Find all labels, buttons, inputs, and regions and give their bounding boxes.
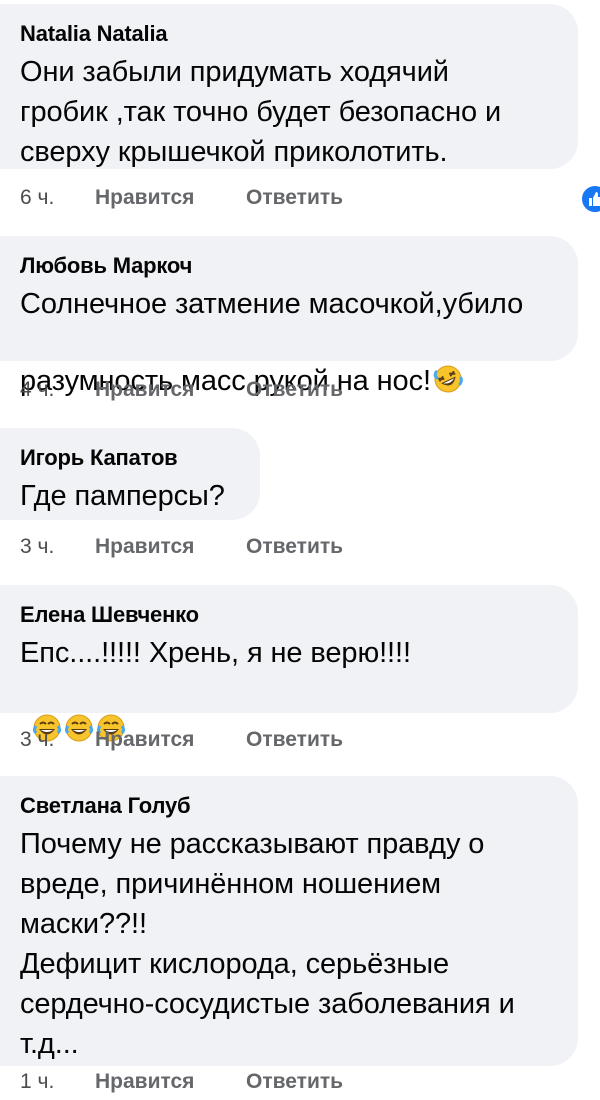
reply-button[interactable]: Ответить <box>246 535 343 559</box>
comment-text: Где памперсы? <box>20 480 225 512</box>
comment-actions: 6 ч. Нравится Ответить 1 <box>20 184 600 216</box>
comment-time[interactable]: 1 ч. <box>20 1070 54 1094</box>
like-button[interactable]: Нравится <box>95 728 194 752</box>
like-button[interactable]: Нравится <box>95 535 194 559</box>
rolling-on-floor-laughing-emoji <box>433 324 463 393</box>
comment-time[interactable]: 4 ч. <box>20 378 54 402</box>
comment-time[interactable]: 3 ч. <box>20 535 54 559</box>
comment-author[interactable]: Светлана Голуб <box>20 792 558 820</box>
like-button[interactable]: Нравится <box>95 186 194 210</box>
reply-button[interactable]: Ответить <box>246 186 343 210</box>
comment-text: Почему не рассказывают правду о вреде, п… <box>20 828 515 1060</box>
like-button[interactable]: Нравится <box>95 1070 194 1094</box>
comment-actions: 3 ч. Нравится Ответить <box>20 535 580 565</box>
comment-actions: 4 ч. Нравится Ответить <box>20 378 580 408</box>
comment-actions: 3 ч. Нравится Ответить <box>20 728 580 758</box>
face-with-tears-of-joy-emoji <box>32 673 62 742</box>
comment-author[interactable]: Любовь Маркоч <box>20 252 558 280</box>
like-button[interactable]: Нравится <box>95 378 194 402</box>
comment-text-content: Епс....!!!!! Хрень, я не верю!!!! <box>20 637 411 669</box>
comment-bubble: Светлана Голуб Почему не рассказывают пр… <box>0 776 578 1066</box>
comment-author[interactable]: Natalia Natalia <box>20 20 558 48</box>
comment-bubble: Игорь Капатов Где памперсы? <box>0 428 260 520</box>
reply-button[interactable]: Ответить <box>246 378 343 402</box>
comment-time[interactable]: 3 ч. <box>20 728 54 752</box>
comment-bubble: Natalia Natalia Они забыли придумать ход… <box>0 4 578 169</box>
face-with-tears-of-joy-emoji <box>64 673 94 742</box>
comment-bubble: Елена Шевченко Епс....!!!!! Хрень, я не … <box>0 585 578 819</box>
comment-actions: 1 ч. Нравится Ответить <box>20 1070 580 1100</box>
comment-time[interactable]: 6 ч. <box>20 186 54 210</box>
comment-text: Они забыли придумать ходячий гробик ,так… <box>20 56 502 168</box>
reply-button[interactable]: Ответить <box>246 728 343 752</box>
face-with-tears-of-joy-emoji <box>96 673 126 742</box>
reply-button[interactable]: Ответить <box>246 1070 343 1094</box>
comment-bubble: Любовь Маркоч Солнечное затмение масочко… <box>0 236 578 397</box>
comment-author[interactable]: Елена Шевченко <box>20 601 558 629</box>
comment-author[interactable]: Игорь Капатов <box>20 444 240 472</box>
